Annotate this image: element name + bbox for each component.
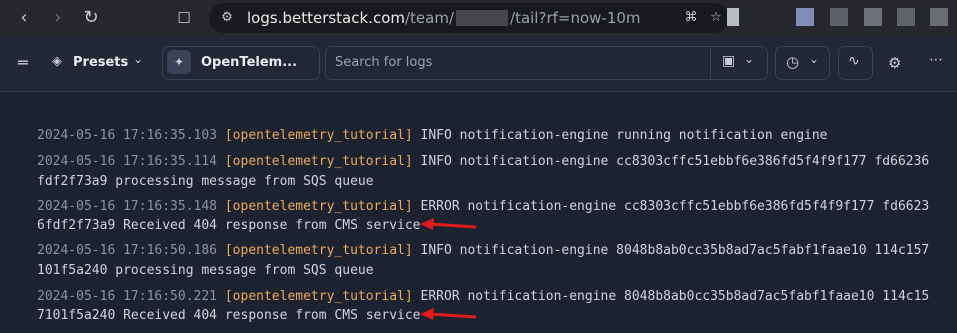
back-icon[interactable]: ‹ bbox=[12, 6, 36, 30]
chevron-down-icon: ⌄ bbox=[133, 52, 144, 66]
extension-icon[interactable] bbox=[897, 8, 915, 26]
chevron-down-icon[interactable]: ⌄ bbox=[744, 52, 754, 66]
annotation-arrow-icon bbox=[420, 218, 477, 230]
extension-icon[interactable] bbox=[864, 8, 882, 26]
bookmark-icon[interactable]: ☐ bbox=[172, 6, 196, 30]
layers-icon: ◈ bbox=[52, 54, 62, 69]
extension-icon[interactable] bbox=[830, 8, 848, 26]
site-settings-icon[interactable]: ⚙ bbox=[215, 6, 239, 30]
chevron-down-icon: ⌄ bbox=[809, 52, 820, 66]
share-icon[interactable]: ⌘ bbox=[679, 6, 703, 30]
extension-icon[interactable] bbox=[930, 8, 948, 26]
live-tail-button[interactable]: ∿ bbox=[838, 46, 873, 80]
activity-icon: ∿ bbox=[848, 53, 860, 69]
search-input[interactable]: Search for logs bbox=[335, 55, 432, 70]
annotation-arrow-icon bbox=[420, 308, 477, 320]
gear-icon[interactable]: ⚙ bbox=[888, 54, 901, 72]
extension-icon[interactable] bbox=[727, 8, 739, 26]
bookmark-star-icon[interactable]: ☆ bbox=[704, 6, 728, 30]
log-line-wrap: fdf2f73a9 processing message from SQS qu… bbox=[37, 174, 374, 189]
log-line[interactable]: 2024-05-16 17:16:35.148 [opentelemetry_t… bbox=[37, 199, 929, 214]
telescope-icon: ✦ bbox=[167, 50, 191, 74]
log-line-wrap: 7101f5a240 Received 404 response from CM… bbox=[37, 308, 421, 323]
reload-icon[interactable]: ↻ bbox=[79, 6, 103, 30]
search-box[interactable]: Search for logs ▣ ⌄ bbox=[325, 46, 768, 80]
log-stream: 2024-05-16 17:16:35.103 [opentelemetry_t… bbox=[0, 92, 957, 333]
more-icon[interactable]: ⋯ bbox=[929, 52, 943, 68]
log-line[interactable]: 2024-05-16 17:16:35.103 [opentelemetry_t… bbox=[37, 128, 828, 143]
calendar-icon[interactable]: ▣ bbox=[722, 53, 735, 69]
browser-chrome: ‹ › ↻ ☐ ⚙ logs.betterstack.com/team//tai… bbox=[0, 0, 957, 36]
log-line-wrap: 101f5a240 processing message from SQS qu… bbox=[37, 263, 374, 278]
log-line[interactable]: 2024-05-16 17:16:35.114 [opentelemetry_t… bbox=[37, 154, 929, 169]
log-line-wrap: 6fdf2f73a9 Received 404 response from CM… bbox=[37, 218, 421, 233]
extension-icon[interactable] bbox=[796, 8, 814, 26]
log-line[interactable]: 2024-05-16 17:16:50.221 [opentelemetry_t… bbox=[37, 289, 929, 304]
time-range-button[interactable]: ◷ ⌄ bbox=[775, 46, 830, 80]
logs-toolbar: ═ ◈ Presets ⌄ ✦ OpenTelem... Search for … bbox=[0, 36, 957, 92]
address-bar[interactable]: ⚙ logs.betterstack.com/team//tail?rf=now… bbox=[209, 3, 729, 33]
clock-icon: ◷ bbox=[786, 53, 800, 71]
source-label: OpenTelem... bbox=[201, 55, 298, 70]
url-text: logs.betterstack.com/team//tail?rf=now-1… bbox=[247, 9, 641, 27]
source-selector[interactable]: ✦ OpenTelem... bbox=[162, 46, 320, 80]
redacted-block bbox=[456, 10, 509, 26]
log-line[interactable]: 2024-05-16 17:16:50.186 [opentelemetry_t… bbox=[37, 243, 929, 258]
presets-label: Presets bbox=[73, 55, 129, 70]
forward-icon[interactable]: › bbox=[46, 6, 70, 30]
divider bbox=[710, 47, 711, 79]
menu-icon[interactable]: ═ bbox=[18, 53, 28, 72]
